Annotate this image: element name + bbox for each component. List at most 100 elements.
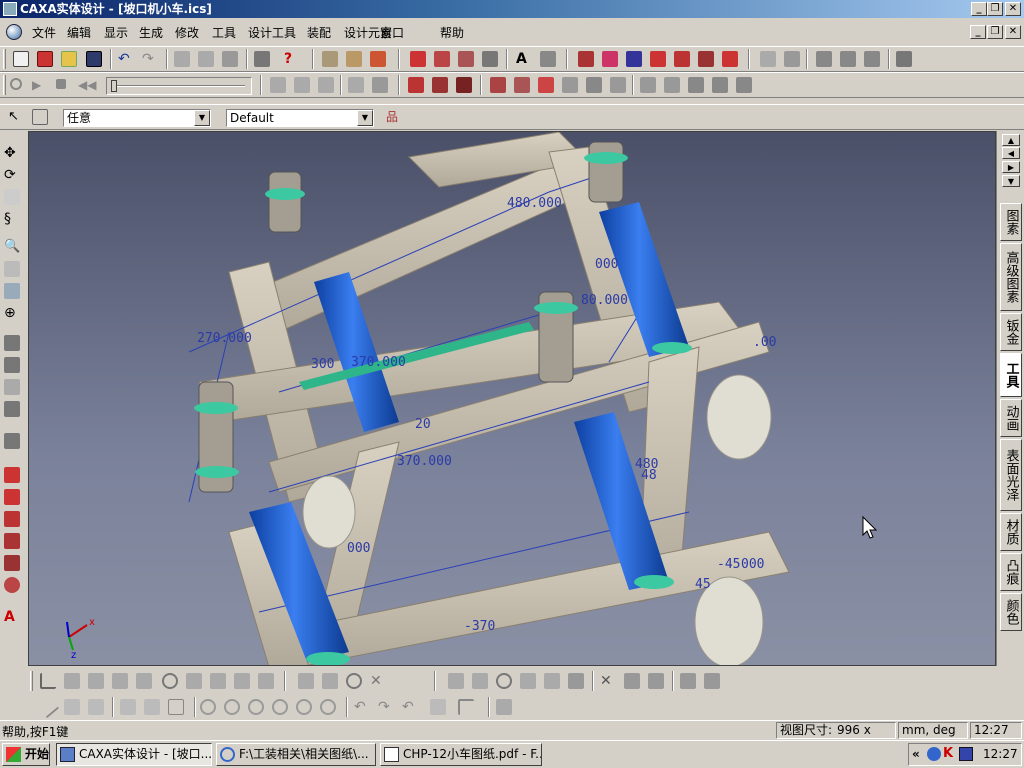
hand-icon[interactable]	[322, 51, 338, 67]
monitor-icon[interactable]	[959, 747, 973, 761]
mirror-tool-icon[interactable]	[520, 673, 536, 689]
kingsoft-icon[interactable]: K	[943, 747, 957, 761]
paste-icon[interactable]	[222, 51, 238, 67]
dim-tool5-icon[interactable]	[136, 673, 152, 689]
menu-view[interactable]: 显示	[104, 24, 128, 41]
menu-modify[interactable]: 修改	[175, 24, 199, 41]
animation-slider[interactable]	[106, 77, 252, 95]
curve-icon[interactable]	[144, 699, 160, 715]
app-icon[interactable]	[3, 2, 17, 16]
view2-icon[interactable]	[840, 51, 856, 67]
circle-draw6-icon[interactable]	[320, 699, 336, 715]
rotate-icon[interactable]	[434, 51, 450, 67]
close-button[interactable]: ✕	[1005, 2, 1021, 16]
feature4-icon[interactable]	[490, 77, 506, 93]
feature10-icon[interactable]	[640, 77, 656, 93]
feature2-icon[interactable]	[432, 77, 448, 93]
shape1-icon[interactable]	[4, 467, 20, 483]
hierarchy-icon[interactable]: 品	[386, 109, 402, 125]
tab-advanced-primitives[interactable]: 高级图素	[1000, 243, 1022, 311]
circle-draw2-icon[interactable]	[224, 699, 240, 715]
fillet-icon[interactable]	[458, 699, 474, 715]
dim-tool1-icon[interactable]	[40, 673, 56, 689]
save-icon[interactable]	[86, 51, 102, 67]
view3-icon[interactable]	[864, 51, 880, 67]
dim-tool3-icon[interactable]	[88, 673, 104, 689]
restore-button[interactable]: ❐	[987, 2, 1003, 16]
menu-edit[interactable]: 编辑	[67, 24, 91, 41]
feature1-icon[interactable]	[408, 77, 424, 93]
dim-tool2-icon[interactable]	[64, 673, 80, 689]
tab-nav-up[interactable]: ▲	[1002, 134, 1020, 146]
line-icon[interactable]	[322, 673, 338, 689]
taskbar-app-caxa[interactable]: CAXA实体设计 - [坡口...	[56, 743, 212, 766]
rotate-tool-icon[interactable]	[496, 673, 512, 689]
break-icon[interactable]	[648, 673, 664, 689]
import-icon[interactable]	[37, 51, 53, 67]
box-icon[interactable]	[602, 51, 618, 67]
taskbar-app-explorer[interactable]: F:\工装相关\相关图纸\...	[216, 743, 376, 766]
tray-expand[interactable]: «	[912, 747, 920, 761]
arrow-icon[interactable]	[578, 51, 594, 67]
doc-close-button[interactable]: ✕	[1005, 25, 1021, 39]
copy-icon[interactable]	[198, 51, 214, 67]
tool3-icon[interactable]	[674, 51, 690, 67]
open-folder-icon[interactable]	[61, 51, 77, 67]
3d-viewport[interactable]: 480.000 270.000 300 370.000 370.000 80.0…	[28, 131, 996, 666]
grid-icon[interactable]	[540, 51, 556, 67]
dim-tool9-icon[interactable]	[258, 673, 274, 689]
text-tool-icon[interactable]: A	[4, 609, 20, 625]
tab-nav-right[interactable]: ▶	[1002, 161, 1020, 173]
camera-icon[interactable]	[4, 335, 20, 351]
anim-tool5-icon[interactable]	[372, 77, 388, 93]
anim-tool2-icon[interactable]	[294, 77, 310, 93]
feature6-icon[interactable]	[538, 77, 554, 93]
help-pointer-icon[interactable]: ?	[284, 51, 300, 67]
view1-icon[interactable]	[816, 51, 832, 67]
zoom-window-icon[interactable]	[4, 261, 20, 277]
text-icon[interactable]: A	[516, 51, 532, 67]
select-box-icon[interactable]	[32, 109, 48, 125]
doc-minimize-button[interactable]: _	[970, 25, 986, 39]
find-icon[interactable]	[254, 51, 270, 67]
record-icon[interactable]	[10, 78, 22, 90]
tab-nav-left[interactable]: ◀	[1002, 147, 1020, 159]
constraint2-icon[interactable]	[704, 673, 720, 689]
tangent-line-icon[interactable]	[88, 699, 104, 715]
feature14-icon[interactable]	[736, 77, 752, 93]
feature11-icon[interactable]	[664, 77, 680, 93]
align2-icon[interactable]	[784, 51, 800, 67]
start-button[interactable]: 开始	[2, 743, 50, 766]
arc3-icon[interactable]: ↶	[402, 699, 418, 715]
anim-tool4-icon[interactable]	[348, 77, 364, 93]
line-draw-icon[interactable]	[36, 695, 60, 719]
tab-surface-finish[interactable]: 表面光泽	[1000, 439, 1022, 511]
shape4-icon[interactable]	[4, 533, 20, 549]
undo-icon[interactable]: ↶	[118, 51, 134, 67]
rectangle-icon[interactable]	[168, 699, 184, 715]
trim-icon[interactable]: ✕	[600, 673, 616, 689]
anim-tool3-icon[interactable]	[318, 77, 334, 93]
rewind-icon[interactable]: ◀◀	[78, 77, 96, 93]
menu-assembly[interactable]: 装配	[307, 24, 331, 41]
constraint1-icon[interactable]	[680, 673, 696, 689]
cut-icon[interactable]	[174, 51, 190, 67]
slider-thumb[interactable]	[111, 80, 117, 92]
feature3-icon[interactable]	[456, 77, 472, 93]
circle-draw3-icon[interactable]	[248, 699, 264, 715]
style-select[interactable]: Default ▼	[226, 109, 374, 127]
taskbar-app-pdf[interactable]: CHP-12小车图纸.pdf - F...	[380, 743, 542, 766]
feature7-icon[interactable]	[562, 77, 578, 93]
dim-tool4-icon[interactable]	[112, 673, 128, 689]
tab-sheet-metal[interactable]: 钣金	[1000, 313, 1022, 351]
tab-animation[interactable]: 动画	[1000, 399, 1022, 437]
move-icon[interactable]	[410, 51, 426, 67]
edit-icon[interactable]	[458, 51, 474, 67]
pan-icon[interactable]: ✥	[4, 145, 20, 161]
dynamic-rotate-icon[interactable]: §	[4, 211, 20, 227]
dim-tool8-icon[interactable]	[234, 673, 250, 689]
tab-nav-down[interactable]: ▼	[1002, 175, 1020, 187]
align-icon[interactable]	[760, 51, 776, 67]
cross-icon[interactable]: ✕	[370, 673, 386, 689]
axis-icon[interactable]	[626, 51, 642, 67]
